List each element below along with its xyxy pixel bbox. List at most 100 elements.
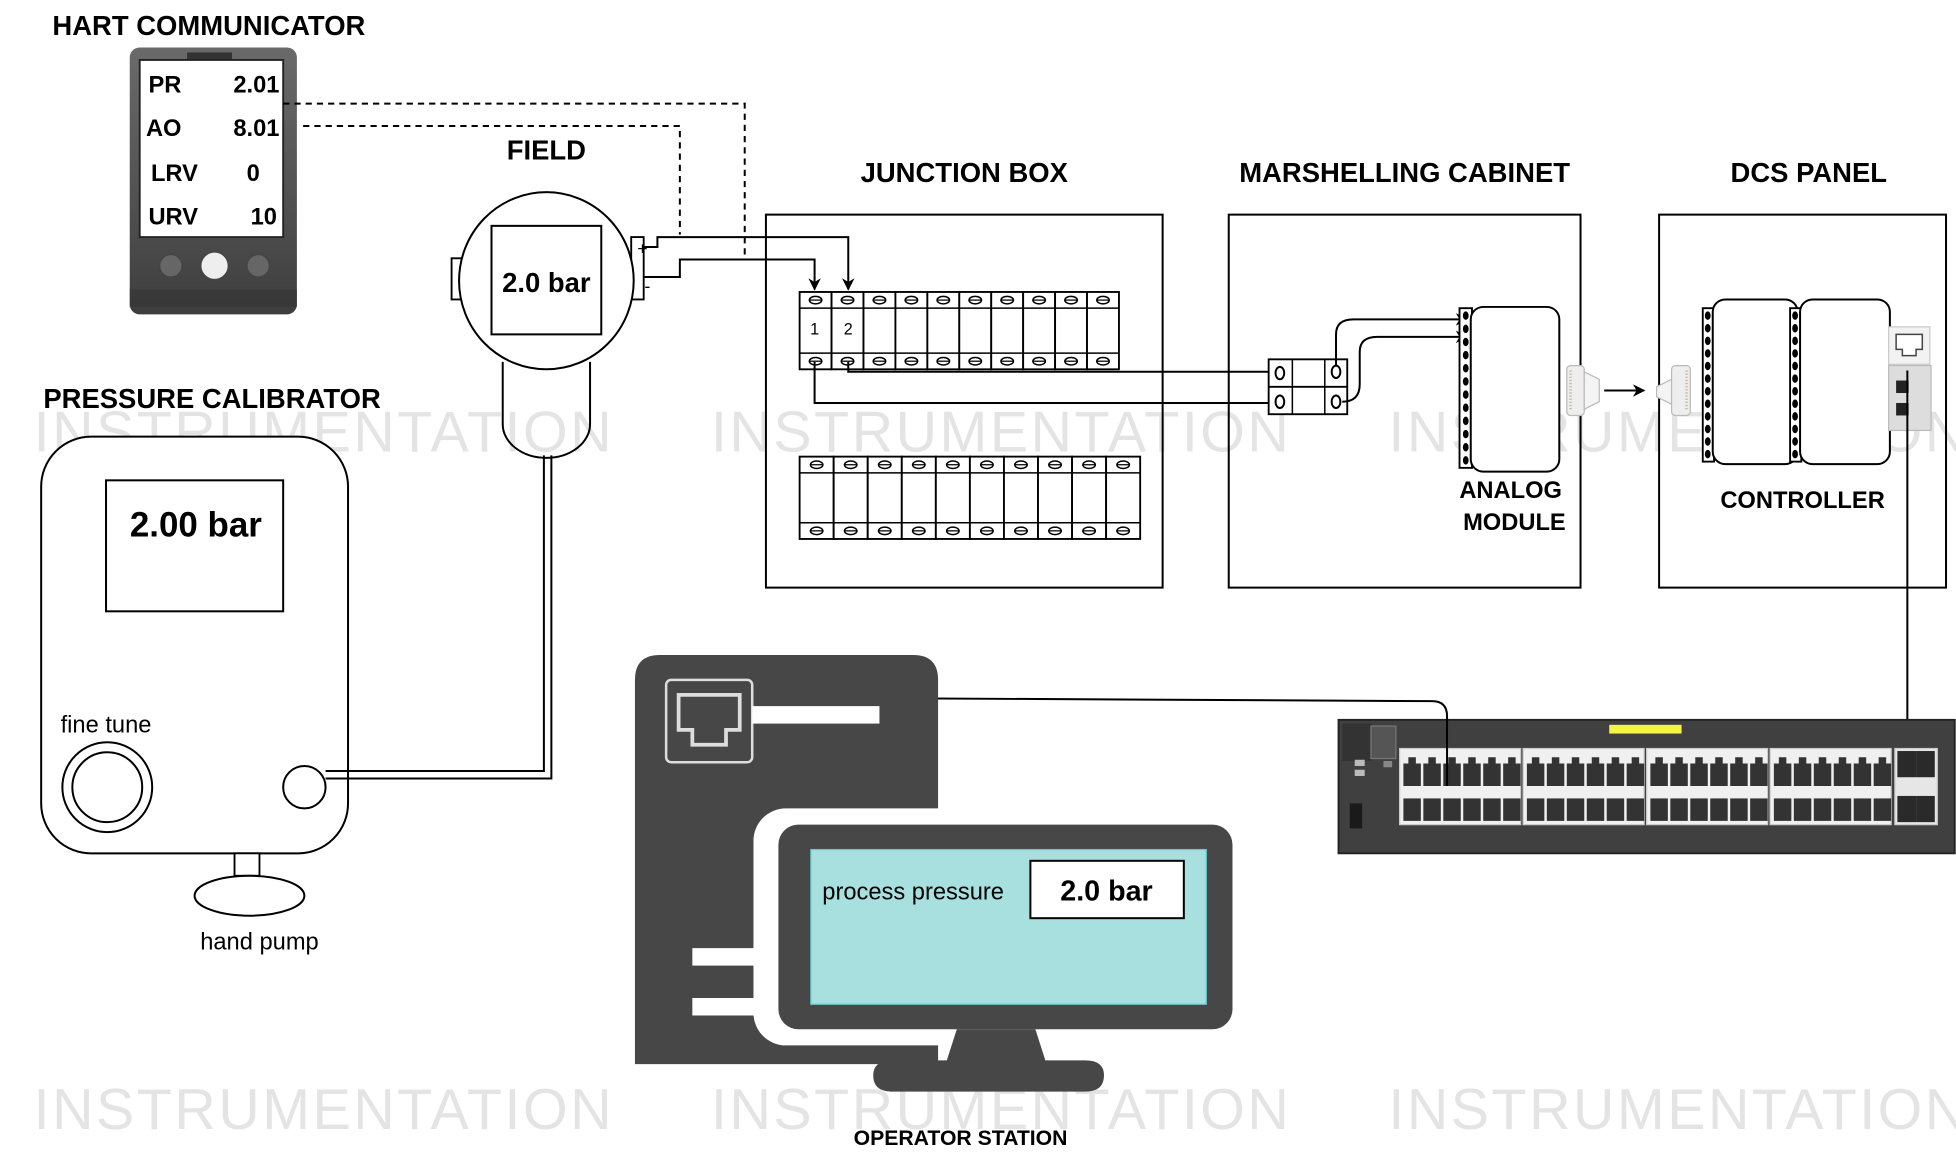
- terminal-pin: [1792, 311, 1798, 320]
- pressure-tube-inner: [325, 455, 553, 780]
- terminal-pin: [1462, 390, 1469, 399]
- hart-value-ao: 8.01: [233, 116, 279, 142]
- terminal-pin: [1462, 456, 1469, 465]
- ethernet-port[interactable]: [1463, 798, 1481, 821]
- ethernet-port[interactable]: [1526, 798, 1545, 821]
- hart-button-left[interactable]: [159, 253, 183, 278]
- terminal: [968, 455, 1005, 540]
- terminal-pin: [1462, 442, 1469, 452]
- terminal-pin: [1462, 311, 1469, 320]
- terminal-label-1: 1: [810, 320, 819, 338]
- hart-value-pr: 2.01: [233, 72, 279, 98]
- terminal-pin: [1792, 437, 1798, 446]
- controller-card-2: [1799, 298, 1891, 466]
- terminal-pin: [1462, 324, 1469, 334]
- terminal-pin: [1792, 361, 1798, 371]
- calibrator-title: PRESSURE CALIBRATOR: [43, 383, 381, 414]
- hart-button-right[interactable]: [246, 253, 271, 278]
- wire-to-module-1: [1335, 313, 1469, 366]
- terminal: [832, 455, 869, 540]
- terminal-minus: -: [645, 276, 651, 296]
- controller-card-1: [1711, 298, 1799, 466]
- switch-uplink-ports[interactable]: [1894, 747, 1938, 826]
- terminal-pin: [1792, 399, 1798, 409]
- hart-button-center[interactable]: [200, 251, 229, 281]
- ethernet-port[interactable]: [1586, 798, 1605, 821]
- switch-port-bank: [1399, 747, 1522, 826]
- terminal-pin: [1462, 403, 1469, 412]
- ethernet-port[interactable]: [1423, 798, 1441, 821]
- ethernet-port[interactable]: [1503, 798, 1521, 821]
- terminal-pin: [1704, 324, 1711, 333]
- terminal-pin: [1792, 386, 1798, 396]
- terminal: [1071, 455, 1108, 540]
- ethernet-port[interactable]: [1833, 798, 1852, 821]
- terminal-label-2: 2: [844, 320, 853, 338]
- hart-label-pr: PR: [148, 72, 181, 98]
- terminal-pin: [1704, 311, 1711, 320]
- junction-box-title: JUNCTION BOX: [861, 157, 1069, 188]
- controller-ethernet-port[interactable]: [1888, 326, 1931, 365]
- wire-to-module-2: [1342, 330, 1469, 403]
- terminal-pin: [1462, 377, 1469, 386]
- hart-value-lrv: 0: [247, 161, 260, 187]
- ethernet-port[interactable]: [1650, 798, 1668, 821]
- terminal-pin: [1462, 350, 1469, 360]
- terminal-pin: [1792, 349, 1798, 358]
- marshalling-cabinet: MARSHELLING CABINET ANALOG MODULE: [1227, 157, 1600, 589]
- transmitter-reading: 2.0 bar: [502, 267, 591, 298]
- ethernet-port[interactable]: [1626, 798, 1645, 821]
- dcs-title: DCS PANEL: [1731, 157, 1888, 188]
- pressure-calibrator: PRESSURE CALIBRATOR 2.00 bar fine tune h…: [40, 383, 381, 955]
- terminal: [1105, 455, 1142, 540]
- field-title: FIELD: [507, 135, 586, 166]
- ethernet-port[interactable]: [1483, 798, 1501, 821]
- terminal-pin: [1792, 324, 1798, 333]
- terminal-pin: [1704, 437, 1711, 446]
- terminal-plus: +: [637, 239, 647, 259]
- ethernet-port[interactable]: [1670, 798, 1688, 821]
- ethernet-port[interactable]: [1443, 798, 1461, 821]
- analog-module-label-2: MODULE: [1463, 510, 1566, 536]
- terminal-pin: [1704, 412, 1711, 421]
- hart-communicator: HART COMMUNICATOR PR 2.01 AO 8.01 LRV 0 …: [52, 10, 366, 315]
- wire-positive: [643, 236, 855, 291]
- process-pressure-value: 2.0 bar: [1060, 876, 1153, 908]
- watermark-text: INSTRUMENTATION: [34, 1078, 614, 1142]
- terminal: [1003, 455, 1039, 540]
- ethernet-port[interactable]: [1710, 798, 1728, 821]
- ethernet-port[interactable]: [1690, 798, 1708, 821]
- ethernet-port[interactable]: [1793, 798, 1812, 821]
- ethernet-port[interactable]: [1730, 798, 1748, 821]
- terminal-strip-2: [798, 455, 1142, 540]
- dcs-panel: DCS PANEL CONTROLLER: [1655, 157, 1948, 589]
- hart-value-urv: 10: [251, 205, 277, 231]
- ethernet-port[interactable]: [1853, 798, 1872, 821]
- ethernet-port[interactable]: [1546, 798, 1565, 821]
- hand-pump[interactable]: [193, 874, 306, 917]
- calibrator-display: [105, 479, 285, 613]
- terminal-pin: [1792, 424, 1798, 434]
- terminal: [894, 291, 929, 371]
- watermark-text: INSTRUMENTATION: [711, 401, 1291, 465]
- switch-port-bank: [1522, 747, 1645, 826]
- pressure-port: [282, 765, 327, 810]
- terminal-pin: [1462, 364, 1469, 373]
- ethernet-port[interactable]: [1403, 798, 1421, 821]
- ethernet-port[interactable]: [1873, 798, 1892, 821]
- wire-negative: [643, 258, 821, 291]
- diagram-canvas: INSTRUMENTATION INSTRUMENTATION INSTRUME…: [34, 10, 1956, 1150]
- terminal: [862, 291, 897, 371]
- ethernet-port[interactable]: [1606, 798, 1625, 821]
- ethernet-port[interactable]: [1813, 798, 1832, 821]
- ethernet-port[interactable]: [1773, 798, 1792, 821]
- operator-station: process pressure 2.0 bar OPERATOR STATIO…: [634, 654, 1253, 1150]
- ethernet-port[interactable]: [1566, 798, 1585, 821]
- terminal-pin: [1704, 361, 1711, 371]
- hart-label-ao: AO: [146, 116, 182, 142]
- terminal-pin: [1704, 424, 1711, 434]
- hart-label-urv: URV: [148, 205, 198, 231]
- analog-module: [1469, 305, 1561, 473]
- terminal-pin: [1704, 449, 1711, 459]
- ethernet-port[interactable]: [1750, 798, 1768, 821]
